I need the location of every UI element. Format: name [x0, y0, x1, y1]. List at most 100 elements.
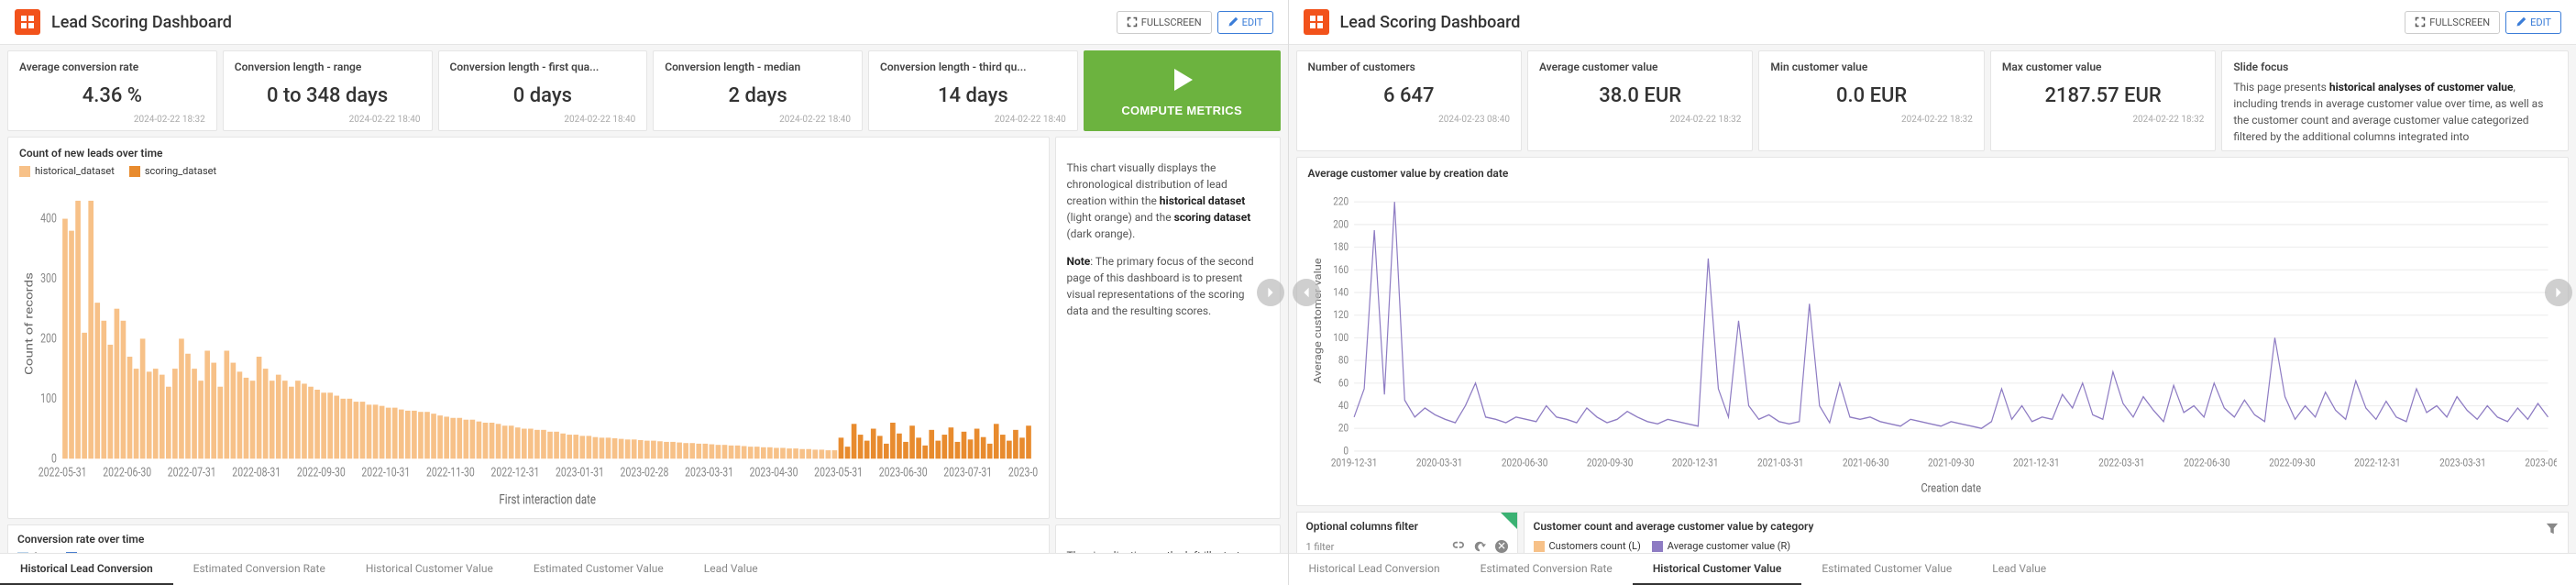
chart-area[interactable]: 01002003004002022-05-312022-06-302022-07… — [19, 182, 1038, 509]
tab-estimated-conversion-rate[interactable]: Estimated Conversion Rate — [173, 554, 346, 585]
svg-text:2023-05-31: 2023-05-31 — [814, 465, 863, 480]
svg-text:200: 200 — [1333, 218, 1349, 231]
play-icon — [1167, 65, 1196, 94]
svg-text:80: 80 — [1338, 354, 1348, 367]
svg-text:2022-09-30: 2022-09-30 — [297, 465, 346, 480]
metric-max-customer-value: Max customer value 2187.57 EUR 2024-02-2… — [1990, 50, 2216, 151]
fullscreen-icon — [1127, 17, 1138, 28]
filter-input-row[interactable]: 1 filter — [1306, 540, 1508, 553]
svg-text:2022-06-30: 2022-06-30 — [103, 465, 151, 480]
tabs: Historical Lead Conversion Estimated Con… — [1289, 553, 2576, 585]
svg-text:200: 200 — [40, 331, 57, 346]
tab-estimated-customer-value[interactable]: Estimated Customer Value — [513, 554, 684, 585]
refresh-icon[interactable] — [1473, 540, 1486, 553]
metrics-row: Number of customers 6 647 2024-02-23 08:… — [1289, 45, 2576, 157]
legend-item: Average customer value (R) — [1652, 540, 1790, 552]
svg-text:2021-12-31: 2021-12-31 — [2013, 457, 2060, 469]
svg-text:2021-06-30: 2021-06-30 — [1842, 457, 1888, 469]
next-slide-button[interactable] — [1257, 279, 1284, 306]
prev-slide-button[interactable] — [1293, 279, 1320, 306]
svg-text:220: 220 — [1333, 195, 1349, 208]
svg-text:2023-06-30: 2023-06-30 — [2525, 457, 2557, 469]
topbar: Lead Scoring Dashboard FULLSCREEN EDIT — [0, 0, 1288, 45]
svg-text:2023-03-31: 2023-03-31 — [685, 465, 733, 480]
chart-area[interactable]: 0204060801001201401601802002202019-12-31… — [1308, 185, 2558, 496]
svg-text:300: 300 — [40, 271, 57, 286]
metric-min-customer-value: Min customer value 0.0 EUR 2024-02-22 18… — [1758, 50, 1984, 151]
tab-historical-customer-value[interactable]: Historical Customer Value — [1633, 554, 1802, 585]
compute-metrics-button[interactable]: COMPUTE METRICS — [1084, 50, 1281, 131]
svg-text:0: 0 — [51, 451, 57, 466]
svg-text:2022-12-31: 2022-12-31 — [2354, 457, 2401, 469]
svg-text:2021-09-30: 2021-09-30 — [1928, 457, 1975, 469]
svg-text:2020-12-31: 2020-12-31 — [1671, 457, 1718, 469]
metric-number-customers: Number of customers 6 647 2024-02-23 08:… — [1296, 50, 1522, 151]
tab-estimated-customer-value[interactable]: Estimated Customer Value — [1801, 554, 1972, 585]
svg-text:2022-11-30: 2022-11-30 — [426, 465, 475, 480]
fullscreen-button[interactable]: FULLSCREEN — [1117, 11, 1212, 34]
pencil-icon — [1227, 17, 1238, 28]
panel-right: Lead Scoring Dashboard FULLSCREEN EDIT N… — [1289, 0, 2576, 585]
fullscreen-icon — [2415, 17, 2426, 28]
svg-text:2023-07-31: 2023-07-31 — [943, 465, 992, 480]
dashboard-icon — [15, 9, 40, 35]
legend-item: scoring_dataset — [129, 165, 216, 177]
chevron-left-icon — [1300, 286, 1313, 299]
svg-text:160: 160 — [1333, 263, 1349, 276]
tabs: Historical Lead Conversion Estimated Con… — [0, 553, 1288, 585]
svg-text:180: 180 — [1333, 240, 1349, 253]
tab-lead-value[interactable]: Lead Value — [684, 554, 778, 585]
svg-text:120: 120 — [1333, 308, 1349, 321]
svg-text:100: 100 — [1333, 331, 1349, 344]
svg-text:40: 40 — [1338, 399, 1348, 412]
svg-text:100: 100 — [40, 392, 57, 406]
metric-conversion-length-q3: Conversion length - third qu... 14 days … — [868, 50, 1078, 131]
svg-text:Count of records: Count of records — [24, 272, 36, 375]
edit-button[interactable]: EDIT — [1217, 11, 1273, 34]
tab-historical-lead-conversion[interactable]: Historical Lead Conversion — [0, 554, 173, 585]
chart-new-leads: Count of new leads over time historical_… — [7, 137, 1050, 519]
chart-row-1: Average customer value by creation date … — [1289, 157, 2576, 512]
svg-text:2020-03-31: 2020-03-31 — [1415, 457, 1462, 469]
pencil-icon — [2515, 17, 2526, 28]
svg-text:2022-07-31: 2022-07-31 — [168, 465, 216, 480]
filter-icon[interactable] — [2546, 523, 2559, 535]
legend-item: historical_dataset — [19, 165, 115, 177]
dashboard-icon — [1304, 9, 1329, 35]
svg-text:Average customer value: Average customer value — [1311, 258, 1323, 383]
svg-text:2021-03-31: 2021-03-31 — [1756, 457, 1803, 469]
svg-text:2020-06-30: 2020-06-30 — [1501, 457, 1547, 469]
svg-text:60: 60 — [1338, 377, 1348, 390]
link-icon[interactable] — [1451, 540, 1464, 553]
svg-text:2022-09-30: 2022-09-30 — [2269, 457, 2316, 469]
svg-text:20: 20 — [1338, 422, 1348, 435]
tab-estimated-conversion-rate[interactable]: Estimated Conversion Rate — [1460, 554, 1633, 585]
page-title: Lead Scoring Dashboard — [1340, 13, 2400, 32]
fullscreen-button[interactable]: FULLSCREEN — [2405, 11, 2500, 34]
metric-conversion-length-range: Conversion length - range 0 to 348 days … — [223, 50, 433, 131]
slide-focus-card: Slide focus This page presents historica… — [2221, 50, 2569, 151]
metric-conversion-length-median: Conversion length - median 2 days 2024-0… — [653, 50, 863, 131]
page-title: Lead Scoring Dashboard — [51, 13, 1111, 32]
tab-historical-customer-value[interactable]: Historical Customer Value — [346, 554, 513, 585]
chevron-right-icon — [2552, 286, 2565, 299]
svg-text:2023-04-30: 2023-04-30 — [750, 465, 798, 480]
chart-avg-customer-value: Average customer value by creation date … — [1296, 157, 2570, 506]
svg-text:2020-09-30: 2020-09-30 — [1586, 457, 1633, 469]
svg-text:2023-08-31: 2023-08-31 — [1008, 465, 1038, 480]
metrics-row: Average conversion rate 4.36 % 2024-02-2… — [0, 45, 1288, 137]
svg-text:First interaction date: First interaction date — [499, 492, 596, 508]
svg-text:2022-10-31: 2022-10-31 — [361, 465, 410, 480]
legend-item: Customers count (L) — [1534, 540, 1641, 552]
tab-historical-lead-conversion[interactable]: Historical Lead Conversion — [1289, 554, 1460, 585]
edit-button[interactable]: EDIT — [2505, 11, 2561, 34]
clear-icon[interactable] — [1495, 540, 1508, 553]
next-slide-button[interactable] — [2545, 279, 2572, 306]
svg-text:2023-01-31: 2023-01-31 — [556, 465, 604, 480]
tab-lead-value[interactable]: Lead Value — [1972, 554, 2066, 585]
svg-text:140: 140 — [1333, 286, 1349, 299]
svg-text:2022-05-31: 2022-05-31 — [39, 465, 87, 480]
panel-left: Lead Scoring Dashboard FULLSCREEN EDIT A… — [0, 0, 1289, 585]
svg-text:2022-08-31: 2022-08-31 — [232, 465, 281, 480]
svg-text:2022-12-31: 2022-12-31 — [490, 465, 539, 480]
